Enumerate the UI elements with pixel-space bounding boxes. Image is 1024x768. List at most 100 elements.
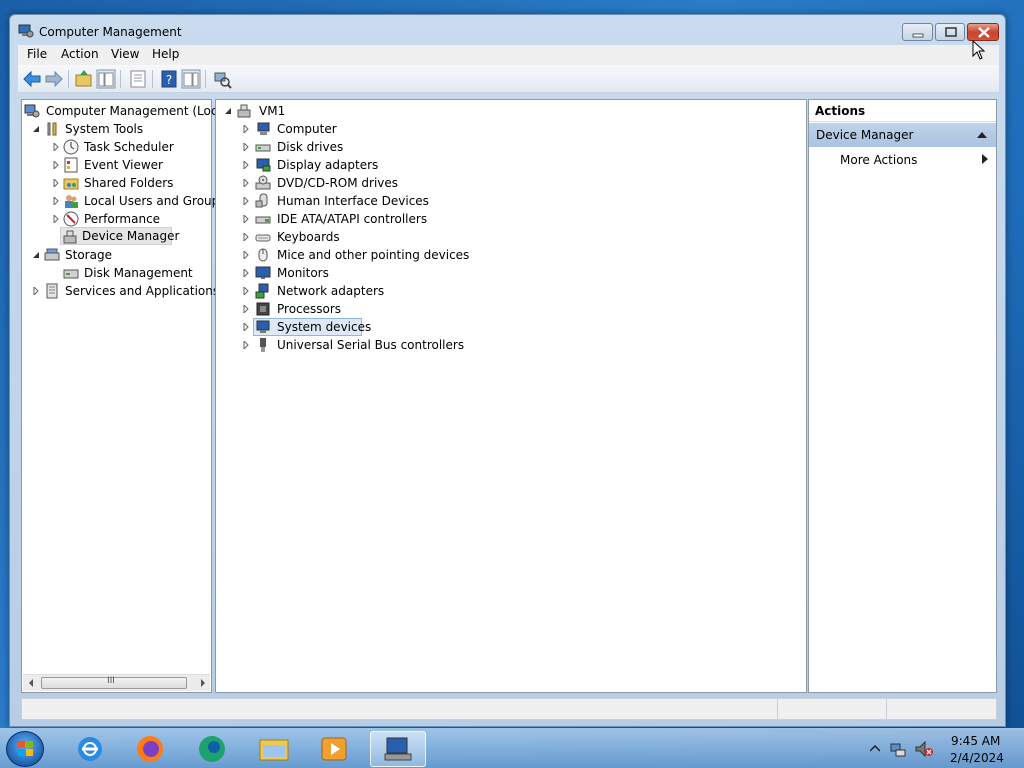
toolbar: ? — [18, 65, 999, 93]
collapsed-triangle-icon[interactable] — [242, 323, 250, 331]
system-devices-icon — [256, 320, 270, 333]
tools-icon — [47, 122, 57, 136]
forward-icon[interactable] — [44, 69, 64, 89]
volume-muted-icon[interactable] — [915, 741, 933, 757]
collapsed-triangle-icon[interactable] — [242, 197, 250, 205]
scan-hardware-icon[interactable] — [212, 69, 232, 89]
back-icon[interactable] — [22, 69, 42, 89]
clock-time[interactable]: 9:45 AM — [951, 734, 1000, 748]
taskbar: 9:45 AM 2/4/2024 — [0, 728, 1024, 768]
more-actions-link[interactable]: More Actions — [840, 153, 917, 167]
collapsed-triangle-icon[interactable] — [242, 215, 250, 223]
expanded-triangle-icon[interactable] — [32, 125, 40, 133]
collapsed-triangle-icon[interactable] — [242, 125, 250, 133]
minimize-icon — [912, 33, 924, 38]
collapsed-triangle-icon[interactable] — [52, 143, 60, 151]
computer-icon — [237, 104, 251, 118]
tree-item-device-manager[interactable]: Device Manager — [60, 227, 179, 245]
event-viewer-icon — [64, 157, 78, 173]
mouse-icon — [258, 248, 268, 262]
restore-icon — [945, 27, 957, 37]
monitor-icon — [255, 266, 271, 279]
submenu-arrow-icon[interactable] — [982, 154, 988, 164]
collapsed-triangle-icon[interactable] — [242, 179, 250, 187]
media-player-icon — [321, 737, 347, 761]
computer-icon — [257, 122, 270, 135]
clock-icon — [63, 139, 79, 155]
maximize-button[interactable] — [935, 23, 965, 41]
disk-management-icon — [63, 269, 79, 279]
usb-icon — [260, 338, 266, 352]
show-action-pane-icon[interactable] — [181, 69, 201, 89]
actions-section-label: Device Manager — [816, 128, 914, 142]
status-segment — [886, 699, 887, 719]
status-segment — [777, 699, 778, 719]
actions-device-manager-section[interactable]: Device Manager — [809, 123, 996, 147]
show-hidden-icons-icon[interactable] — [870, 745, 880, 753]
scroll-right-icon[interactable] — [199, 679, 207, 687]
firefox-icon — [137, 736, 163, 762]
menu-view[interactable]: View — [111, 47, 139, 61]
performance-icon — [63, 211, 79, 227]
collapsed-triangle-icon[interactable] — [242, 305, 250, 313]
edge-icon — [199, 736, 225, 762]
collapsed-triangle-icon[interactable] — [52, 197, 60, 205]
disk-drive-icon — [255, 144, 271, 152]
taskbar-internet-explorer[interactable] — [62, 731, 118, 767]
keyboard-icon — [255, 234, 271, 242]
device-manager-pane[interactable]: VM1 Computer Disk drives Display adapter… — [215, 99, 807, 693]
processor-icon — [256, 302, 270, 316]
taskbar-edge[interactable] — [184, 731, 240, 767]
help-icon[interactable]: ? — [159, 69, 179, 89]
taskbar-computer-management[interactable] — [370, 731, 426, 767]
windows-logo-icon — [18, 741, 33, 756]
expanded-triangle-icon[interactable] — [224, 107, 232, 115]
menu-file[interactable]: File — [27, 47, 47, 61]
collapsed-triangle-icon[interactable] — [32, 287, 40, 295]
collapsed-triangle-icon[interactable] — [52, 161, 60, 169]
properties-icon[interactable] — [128, 69, 148, 89]
horizontal-scrollbar[interactable]: III — [23, 674, 210, 691]
ide-controller-icon — [255, 216, 271, 224]
window-title: Computer Management — [39, 25, 182, 39]
collapsed-triangle-icon[interactable] — [242, 161, 250, 169]
collapsed-triangle-icon[interactable] — [52, 215, 60, 223]
collapsed-triangle-icon[interactable] — [242, 341, 250, 349]
show-hide-tree-icon[interactable] — [96, 69, 116, 89]
minimize-button[interactable] — [902, 23, 933, 41]
display-adapter-icon — [256, 158, 271, 172]
scrollbar-thumb[interactable]: III — [41, 676, 187, 689]
close-button[interactable] — [967, 23, 999, 41]
computer-management-icon — [18, 24, 34, 38]
internet-explorer-icon — [78, 737, 102, 761]
up-folder-icon[interactable] — [74, 69, 94, 89]
taskbar-media-player[interactable] — [306, 731, 362, 767]
taskbar-file-explorer[interactable] — [246, 731, 302, 767]
start-button[interactable] — [6, 731, 44, 767]
shared-folder-icon — [63, 178, 79, 190]
menu-help[interactable]: Help — [152, 47, 179, 61]
mouse-cursor-icon — [972, 40, 986, 60]
computer-management-icon — [24, 104, 40, 118]
navigation-tree-pane[interactable]: Computer Management (Local System Tools … — [21, 99, 228, 693]
expanded-triangle-icon[interactable] — [32, 251, 40, 259]
collapse-up-icon[interactable] — [977, 132, 987, 138]
title-bar[interactable]: Computer Management — [10, 15, 1005, 45]
device-manager-icon — [63, 230, 77, 244]
storage-icon — [44, 248, 60, 261]
scrollbar-grip: III — [107, 676, 115, 686]
collapsed-triangle-icon[interactable] — [242, 287, 250, 295]
toolbar-separator — [152, 70, 153, 88]
collapsed-triangle-icon[interactable] — [242, 233, 250, 241]
collapsed-triangle-icon[interactable] — [52, 179, 60, 187]
collapsed-triangle-icon[interactable] — [242, 143, 250, 151]
dvd-drive-icon — [255, 175, 271, 190]
clock-date[interactable]: 2/4/2024 — [950, 751, 1004, 765]
menu-action[interactable]: Action — [61, 47, 99, 61]
collapsed-triangle-icon[interactable] — [242, 269, 250, 277]
network-tray-icon[interactable] — [890, 741, 906, 757]
taskbar-firefox[interactable] — [122, 731, 178, 767]
toolbar-separator — [68, 70, 69, 88]
scroll-left-icon[interactable] — [27, 679, 35, 687]
collapsed-triangle-icon[interactable] — [242, 251, 250, 259]
